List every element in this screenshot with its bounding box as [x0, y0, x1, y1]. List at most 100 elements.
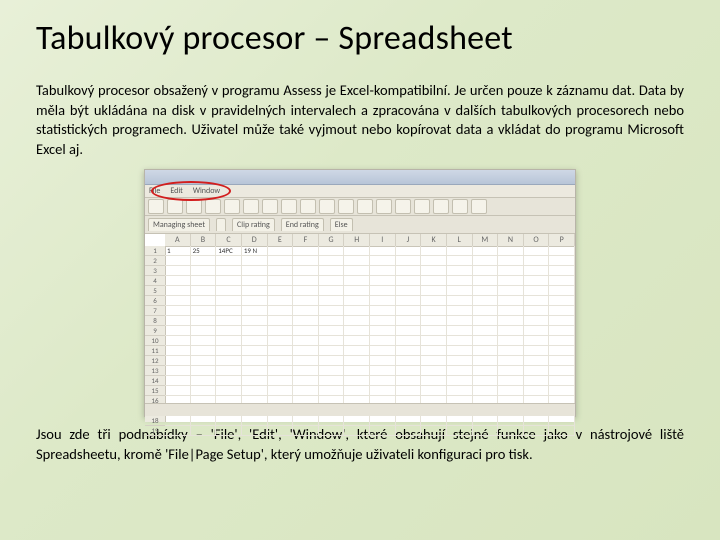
cell	[344, 346, 370, 355]
cell	[396, 256, 422, 265]
cell	[549, 386, 575, 395]
tab-strip: Managing sheet Clip rating End rating El…	[145, 216, 575, 234]
cell	[268, 366, 294, 375]
cell	[242, 376, 268, 385]
table-row	[165, 426, 575, 436]
cell	[473, 426, 499, 435]
cell	[524, 376, 550, 385]
cell	[396, 296, 422, 305]
cell	[396, 266, 422, 275]
cell	[421, 426, 447, 435]
table-row	[165, 336, 575, 346]
toolbar-btn	[205, 199, 221, 214]
cell	[396, 326, 422, 335]
cell	[473, 286, 499, 295]
cell	[191, 266, 217, 275]
cell	[421, 296, 447, 305]
toolbar-btn	[319, 199, 335, 214]
cell	[216, 336, 242, 345]
toolbar-btn	[471, 199, 487, 214]
cell	[524, 316, 550, 325]
cell	[242, 326, 268, 335]
cell	[549, 346, 575, 355]
toolbar-btn	[357, 199, 373, 214]
cell	[498, 296, 524, 305]
cell	[165, 336, 191, 345]
row-header: 10	[145, 336, 165, 346]
cell	[216, 306, 242, 315]
cell	[370, 336, 396, 345]
cell	[191, 256, 217, 265]
cell	[396, 286, 422, 295]
cell	[344, 426, 370, 435]
cell	[473, 306, 499, 315]
cell	[165, 316, 191, 325]
cell	[498, 336, 524, 345]
cell	[216, 386, 242, 395]
menu-window: Window	[193, 186, 220, 196]
cell	[268, 276, 294, 285]
cell	[524, 246, 550, 255]
cell	[216, 316, 242, 325]
table-row	[165, 316, 575, 326]
row-header: 9	[145, 326, 165, 336]
cell	[191, 336, 217, 345]
cell	[165, 346, 191, 355]
cell	[319, 426, 345, 435]
cell	[447, 356, 473, 365]
cell	[319, 346, 345, 355]
cell	[473, 376, 499, 385]
cell	[498, 386, 524, 395]
cell	[344, 416, 370, 425]
cell	[344, 316, 370, 325]
table-row	[165, 386, 575, 396]
toolbar-btn	[243, 199, 259, 214]
cell	[421, 416, 447, 425]
cell	[268, 306, 294, 315]
cell	[293, 416, 319, 425]
cell	[242, 356, 268, 365]
col-header: J	[396, 234, 422, 246]
cell	[165, 286, 191, 295]
cell	[549, 276, 575, 285]
cell	[242, 306, 268, 315]
col-header: G	[319, 234, 345, 246]
cell	[447, 316, 473, 325]
cell	[268, 356, 294, 365]
table-row	[165, 416, 575, 426]
cell	[421, 326, 447, 335]
toolbar-btn	[414, 199, 430, 214]
cell	[293, 246, 319, 255]
cell	[549, 266, 575, 275]
cell	[165, 306, 191, 315]
intro-paragraph: Tabulkový procesor obsažený v programu A…	[36, 81, 684, 159]
toolbar-btn	[167, 199, 183, 214]
toolbar-btn	[224, 199, 240, 214]
cell	[319, 336, 345, 345]
cell	[447, 336, 473, 345]
cell	[191, 306, 217, 315]
cell	[293, 376, 319, 385]
cell	[396, 386, 422, 395]
cell	[165, 366, 191, 375]
table-row	[165, 256, 575, 266]
cell	[319, 376, 345, 385]
cell	[268, 426, 294, 435]
cell	[319, 416, 345, 425]
toolbar-btn	[395, 199, 411, 214]
cell	[473, 296, 499, 305]
cell	[242, 286, 268, 295]
toolbar-btn	[186, 199, 202, 214]
toolbar-btn	[281, 199, 297, 214]
cell	[216, 296, 242, 305]
cell	[447, 326, 473, 335]
cell	[344, 286, 370, 295]
cell	[447, 246, 473, 255]
cell	[370, 366, 396, 375]
table-row	[165, 286, 575, 296]
cell	[473, 346, 499, 355]
cell	[498, 326, 524, 335]
cell	[421, 336, 447, 345]
row-header: 18	[145, 416, 165, 426]
cell	[447, 286, 473, 295]
